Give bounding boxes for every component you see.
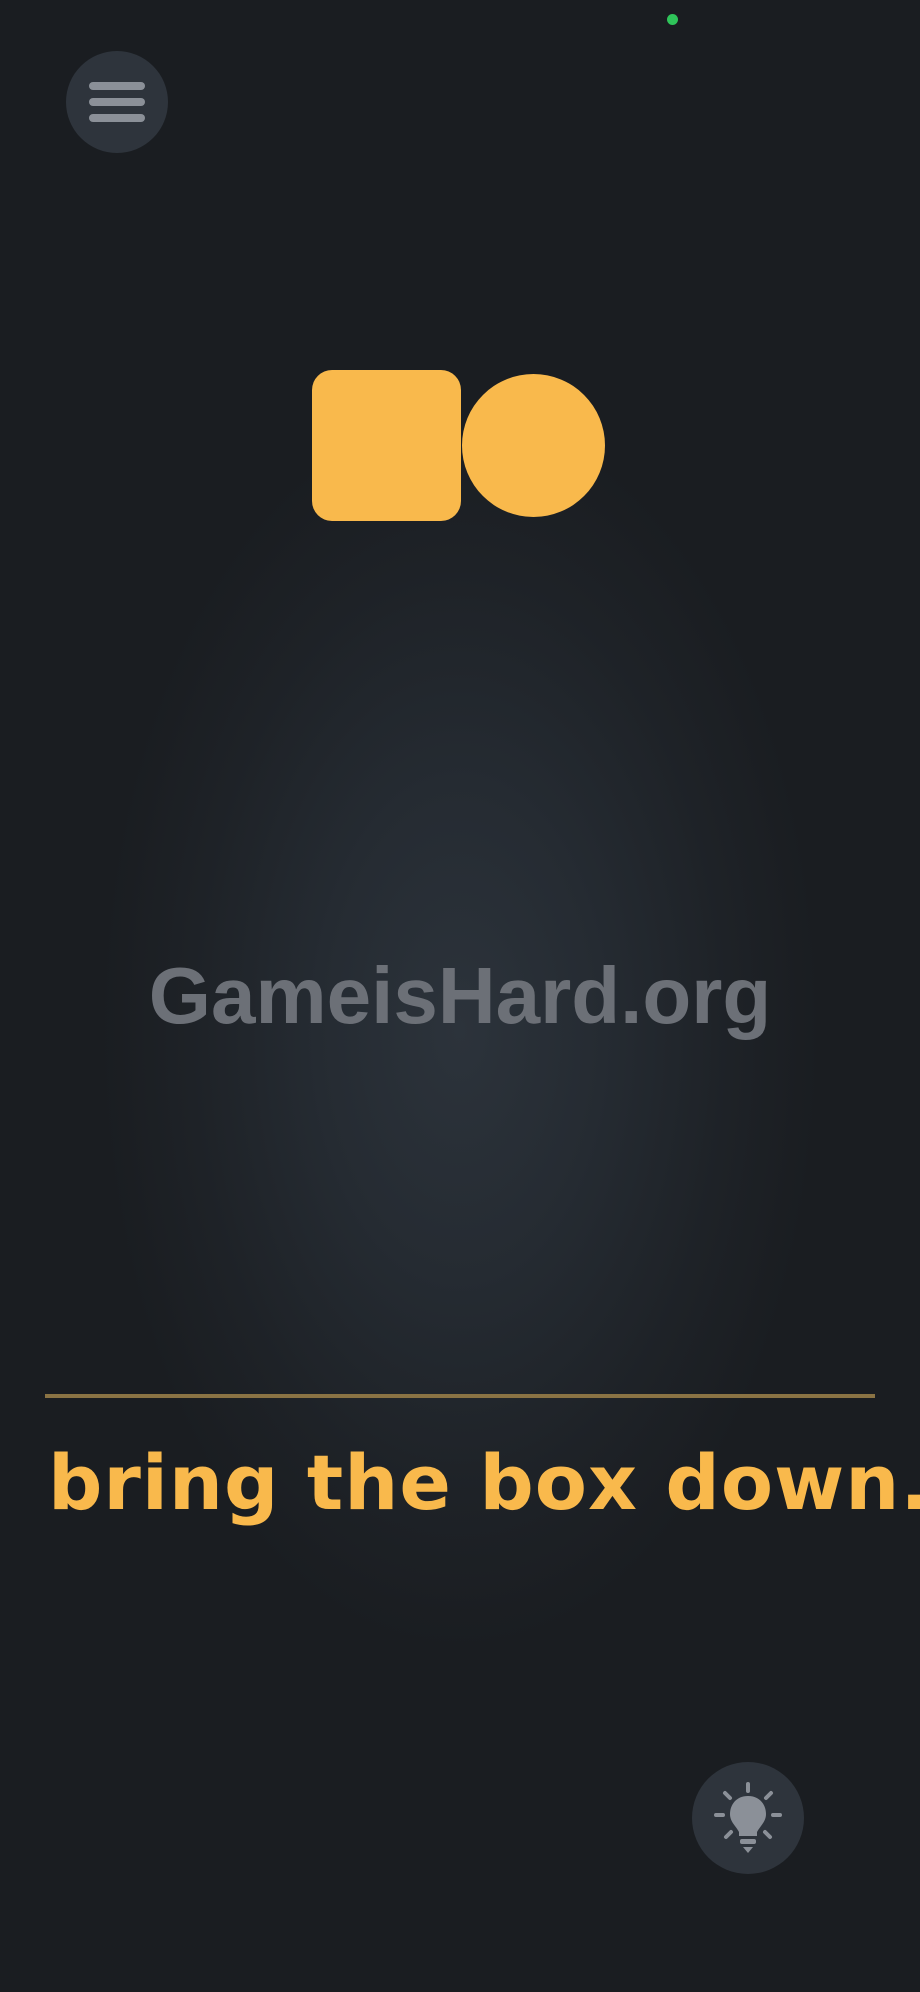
lightbulb-icon (714, 1782, 782, 1853)
hint-button[interactable] (692, 1762, 804, 1874)
game-screen: GameisHard.org bring the box down. (0, 0, 920, 1992)
status-indicator-dot (667, 14, 678, 25)
box-shape[interactable] (312, 370, 461, 521)
hamburger-menu-icon-bar (89, 98, 145, 106)
watermark: GameisHard.org (148, 951, 772, 1040)
hamburger-menu-icon-bar (89, 114, 145, 122)
instruction-divider (45, 1394, 875, 1398)
menu-button[interactable] (66, 51, 168, 153)
ball-shape[interactable] (462, 374, 605, 517)
level-instruction: bring the box down. (48, 1438, 920, 1527)
hamburger-menu-icon (89, 82, 145, 90)
